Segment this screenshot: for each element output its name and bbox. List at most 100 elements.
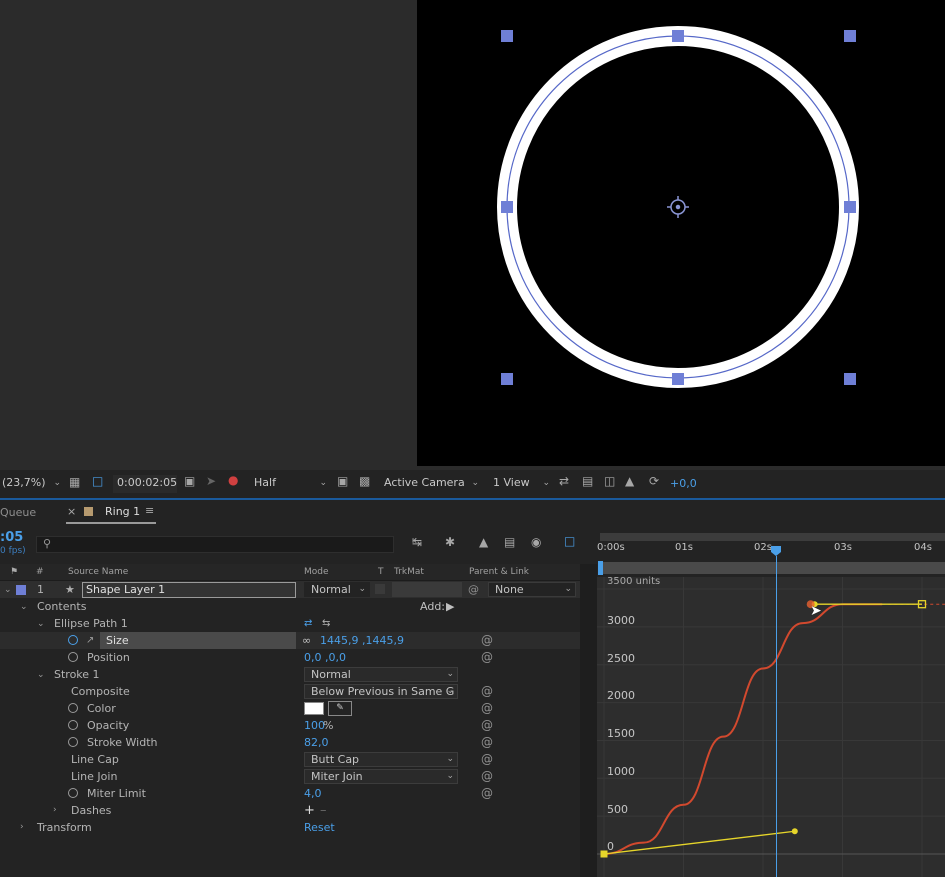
graph-editor[interactable] [597,577,945,877]
path-direction-reverse-icon[interactable]: ⇆ [322,615,330,632]
transform-row[interactable]: › Transform Reset [0,819,580,836]
expand-arrow-icon[interactable]: ⌄ [37,667,45,684]
column-source-name[interactable]: Source Name [68,564,128,580]
graph-toggle-icon[interactable]: ↗ [86,632,94,649]
miter-limit-value[interactable]: 4,0 [304,785,322,802]
expand-arrow-icon[interactable]: › [53,802,57,819]
frame-blending-icon[interactable]: ▤ [504,535,515,549]
expand-arrow-icon[interactable]: ⌄ [4,582,12,599]
expand-arrow-icon[interactable]: ⌄ [37,616,45,633]
time-navigator-bar[interactable] [600,562,945,574]
expression-pickwhip-icon[interactable]: @ [481,751,493,768]
constrain-proportions-icon[interactable]: ∞ [302,632,311,649]
stopwatch-icon[interactable] [68,788,78,798]
stopwatch-icon[interactable] [68,703,78,713]
transform-handle-tr[interactable] [844,30,856,42]
transform-handle-tc[interactable] [672,30,684,42]
transform-handle-bl[interactable] [501,373,513,385]
blend-mode-dropdown[interactable]: Normal ⌄ [304,582,370,597]
column-number[interactable]: # [36,564,44,580]
layer-search-input[interactable]: ⚲ [36,536,394,553]
exposure-value[interactable]: +0,0 [670,477,697,490]
stopwatch-icon[interactable] [68,737,78,747]
reset-link[interactable]: Reset [304,819,335,836]
show-snapshot-icon[interactable]: ➤ [206,474,216,488]
eyedropper-icon[interactable]: ✎ [328,701,352,716]
line-cap-row[interactable]: Line Cap Butt Cap ⌄ @ [0,751,580,768]
flowchart-icon[interactable]: ▲ [625,474,634,488]
column-trkmat[interactable]: TrkMat [394,564,424,580]
transform-handle-tl[interactable] [501,30,513,42]
tab-render-queue[interactable]: Queue [0,506,36,519]
expression-pickwhip-icon[interactable]: @ [481,785,493,802]
expand-arrow-icon[interactable]: › [20,819,24,836]
tab-ring-1[interactable]: Ring 1 [105,505,140,518]
expression-pickwhip-icon[interactable]: @ [481,717,493,734]
transform-handle-bc[interactable] [672,373,684,385]
comp-mini-flowchart-icon[interactable]: ↹ [412,535,422,549]
line-cap-dropdown[interactable]: Butt Cap ⌄ [304,752,458,767]
pick-whip-icon[interactable]: @ [468,581,479,598]
stroke-width-value[interactable]: 82,0 [304,734,329,751]
close-icon[interactable]: × [67,505,76,518]
reset-exposure-icon[interactable]: ⟳ [649,474,659,488]
path-direction-icon[interactable]: ⇄ [304,615,312,632]
view-layout-dropdown[interactable]: 1 View ⌄ [489,474,553,492]
contents-row[interactable]: ⌄ Contents Add: ▶ [0,598,580,615]
line-join-row[interactable]: Line Join Miter Join ⌄ @ [0,768,580,785]
stroke-blend-dropdown[interactable]: Normal ⌄ [304,667,458,682]
graph-editor-icon[interactable]: □ [564,534,575,548]
dashes-row[interactable]: › Dashes + – [0,802,580,819]
transform-handle-ml[interactable] [501,201,513,213]
fast-previews-icon[interactable]: ▤ [582,474,593,488]
current-time-display[interactable]: :05 [0,530,23,545]
trkmat-dropdown[interactable] [392,582,462,597]
draft-3d-icon[interactable]: ✱ [445,535,455,549]
motion-blur-icon[interactable]: ◉ [531,535,541,549]
position-row[interactable]: Position 0,0 ,0,0 @ [0,649,580,666]
composite-dropdown[interactable]: Below Previous in Same G ⌄ [304,684,458,699]
stopwatch-icon[interactable] [68,652,78,662]
stroke-width-row[interactable]: Stroke Width 82,0 @ [0,734,580,751]
region-of-interest-icon[interactable]: ▣ [337,474,348,488]
transform-handle-br[interactable] [844,373,856,385]
expression-pickwhip-icon[interactable]: @ [481,683,493,700]
color-row[interactable]: Color ✎ @ [0,700,580,717]
layer-row[interactable]: ⌄ 1 ★ Shape Layer 1 Normal ⌄ @ None ⌄ [0,581,580,598]
transparency-grid-icon[interactable]: ▩ [359,474,370,488]
expression-pickwhip-icon[interactable]: @ [481,649,493,666]
mask-visibility-icon[interactable]: □ [92,474,103,488]
opacity-value[interactable]: 100 [304,717,325,734]
expression-pickwhip-icon[interactable]: @ [481,734,493,751]
add-dash-icon[interactable]: + [304,802,315,819]
graph-editor-chart[interactable] [597,577,945,877]
size-value[interactable]: 1445,9 ,1445,9 [320,632,404,649]
zoom-dropdown[interactable]: (23,7%) ⌄ [2,474,64,492]
tab-menu-icon[interactable]: ≡ [145,504,154,517]
stroke-row[interactable]: ⌄ Stroke 1 Normal ⌄ [0,666,580,683]
timeline-toggle-icon[interactable]: ◫ [604,474,615,488]
transform-handle-mr[interactable] [844,201,856,213]
time-navigator-start[interactable] [598,561,603,575]
shy-layers-icon[interactable]: ▲ [479,535,488,549]
expression-pickwhip-icon[interactable]: @ [481,768,493,785]
color-channels-icon[interactable]: ● [228,473,238,487]
expand-arrow-icon[interactable]: ⌄ [20,599,28,616]
expression-pickwhip-icon[interactable]: @ [481,700,493,717]
resolution-dropdown[interactable]: Half ⌄ [250,474,330,492]
stopwatch-icon[interactable] [68,635,78,645]
add-menu-icon[interactable]: ▶ [446,598,454,615]
toggle-pixel-aspect-icon[interactable]: ⇄ [559,474,569,488]
ellipse-path-row[interactable]: ⌄ Ellipse Path 1 ⇄ ⇆ [0,615,580,632]
camera-snapshot-icon[interactable]: ▣ [184,474,195,488]
opacity-row[interactable]: Opacity 100 % @ [0,717,580,734]
playhead-line[interactable] [776,556,777,877]
camera-dropdown[interactable]: Active Camera ⌄ [380,474,482,492]
layer-name-field[interactable]: Shape Layer 1 [82,582,296,598]
expression-pickwhip-icon[interactable]: @ [481,632,493,649]
grid-icon[interactable]: ▦ [69,475,80,489]
miter-limit-row[interactable]: Miter Limit 4,0 @ [0,785,580,802]
trkmat-box[interactable] [375,584,385,594]
stopwatch-icon[interactable] [68,720,78,730]
column-parent-link[interactable]: Parent & Link [469,564,529,580]
